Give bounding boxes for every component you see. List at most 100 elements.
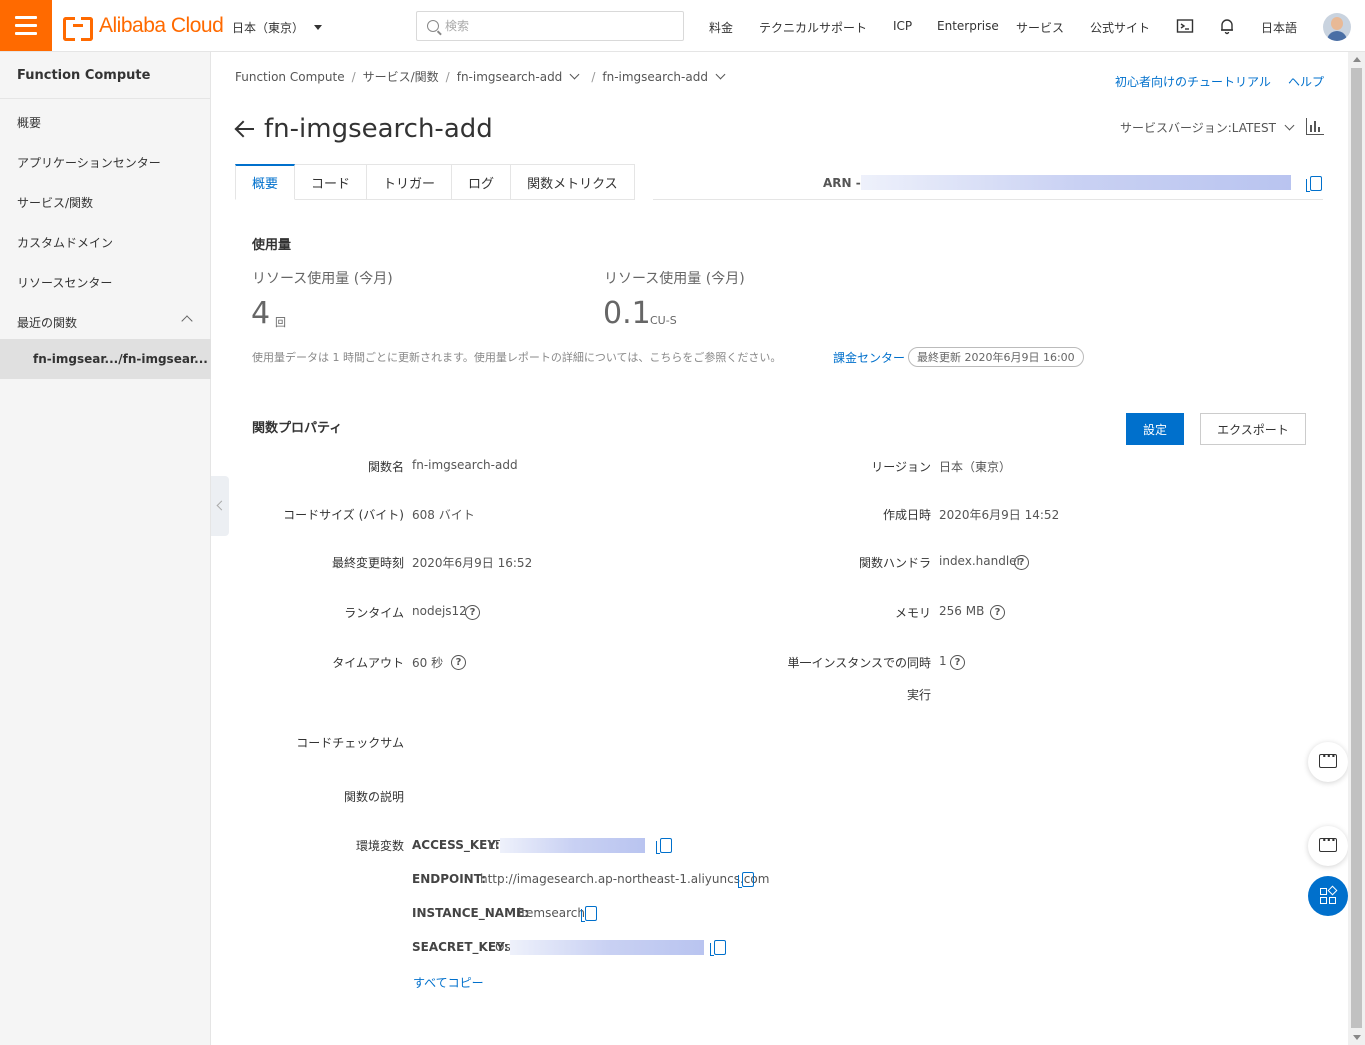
created-at-value: 2020年6月9日 14:52 [939,508,1060,522]
copy-icon[interactable] [581,906,597,922]
region-selector[interactable]: 日本（東京） [232,19,323,36]
back-arrow-icon[interactable] [234,118,256,140]
tutorial-link[interactable]: 初心者向けのチュートリアル [1115,73,1271,90]
sidebar-item-overview[interactable]: 概要 [17,114,41,131]
apps-button[interactable] [1308,876,1348,916]
service-version-selector[interactable]: サービスバージョン:LATEST [1120,119,1295,136]
billing-center-link[interactable]: 課金センター [833,349,905,366]
function-name-value: fn-imgsearch-add [412,458,518,472]
alibaba-cloud-logo[interactable]: Alibaba Cloud [63,13,224,41]
export-button[interactable]: エクスポート [1200,413,1306,445]
instance-concurrency-label: 単一インスタンスでの同時 [787,656,931,670]
chevron-down-icon [1284,120,1295,131]
chat-icon [1319,833,1337,852]
sidebar-item-custom-domain[interactable]: カスタムドメイン [17,234,113,251]
handler-value: index.handler [939,554,1022,568]
env-value: Os [495,940,511,954]
chevron-down-icon[interactable] [569,69,580,80]
nav-pricing[interactable]: 料金 [709,19,733,36]
scroll-down-icon[interactable] [1353,1035,1361,1040]
bell-icon[interactable] [1218,17,1236,35]
sidebar-item-recent-functions[interactable]: 最近の関数 [17,314,77,331]
env-value-redacted [500,838,645,853]
breadcrumb-separator: / [351,69,356,84]
terminal-icon[interactable] [1176,17,1194,35]
tab-overview[interactable]: 概要 [235,164,296,200]
scroll-up-icon[interactable] [1353,57,1361,62]
created-at-label: 作成日時 [882,508,931,522]
page-scrollbar[interactable] [1348,52,1365,1045]
usage-metric-unit: CU-S [650,314,677,327]
caret-down-icon [314,25,323,30]
sidebar-title: Function Compute [17,68,151,83]
search-box[interactable] [416,11,684,41]
env-key: ENDPOINT: [412,872,487,886]
breadcrumb-service[interactable]: fn-imgsearch-add [457,70,563,84]
sidebar-item-app-center[interactable]: アプリケーションセンター [17,154,161,171]
breadcrumb-function-compute[interactable]: Function Compute [235,70,345,84]
top-bar: Alibaba Cloud 日本（東京） 料金 テクニカルサポート ICP En… [0,0,1365,52]
settings-button[interactable]: 設定 [1126,413,1184,445]
hamburger-menu-button[interactable] [0,0,52,51]
breadcrumb-services-functions[interactable]: サービス/関数 [363,68,439,85]
breadcrumb-function[interactable]: fn-imgsearch-add [602,70,708,84]
nav-enterprise[interactable]: Enterprise [937,19,999,33]
sidebar-item-recent-function[interactable]: fn-imgsear.../fn-imgsear... [0,339,211,379]
description-label: 関数の説明 [343,790,404,804]
nav-tech-support[interactable]: テクニカルサポート [759,19,867,36]
sidebar: Function Compute 概要 アプリケーションセンター サービス/関数… [0,52,211,1045]
metrics-chart-icon[interactable] [1306,118,1324,135]
help-icon[interactable]: ? [451,655,466,670]
code-size-label: コードサイズ (バイト) [283,508,404,522]
copy-all-link[interactable]: すべてコピー [413,974,484,991]
sidebar-item-services-functions[interactable]: サービス/関数 [17,194,93,211]
last-modified-value: 2020年6月9日 16:52 [412,556,533,570]
feedback-button[interactable] [1308,742,1348,782]
instance-concurrency-label-line2: 実行 [906,688,931,702]
language-selector[interactable]: 日本語 [1261,19,1297,36]
apps-grid-icon [1320,897,1327,904]
env-value-redacted [510,940,704,955]
last-modified-label: 最終変更時刻 [331,556,404,570]
handler-label: 関数ハンドラ [858,556,931,570]
apps-grid-icon [1329,897,1336,904]
copy-icon[interactable] [710,940,726,956]
memory-value: 256 MB [939,604,985,618]
nav-icp[interactable]: ICP [893,19,912,33]
help-icon[interactable]: ? [465,605,480,620]
sidebar-item-resource-center[interactable]: リソースセンター [17,274,112,291]
copy-icon[interactable] [656,838,672,854]
tab-code[interactable]: コード [295,164,368,200]
memory-label: メモリ [894,606,931,620]
properties-section-title: 関数プロパティ [252,421,343,436]
search-input[interactable] [445,19,665,33]
tab-logs[interactable]: ログ [452,164,512,200]
arn-redacted-value [861,175,1291,190]
tab-triggers[interactable]: トリガー [367,164,453,200]
tab-function-metrics[interactable]: 関数メトリクス [511,164,635,200]
scrollbar-thumb[interactable] [1351,68,1362,1028]
sidebar-divider [0,98,211,99]
copy-icon[interactable] [738,872,754,888]
alibaba-logo-icon [63,17,93,41]
runtime-label: ランタイム [344,606,404,620]
timeout-value: 60 秒 [412,656,444,670]
help-icon[interactable]: ? [950,655,965,670]
usage-metric-unit: 回 [275,316,286,329]
chevron-down-icon[interactable] [715,69,726,80]
nav-services[interactable]: サービス [1016,19,1064,36]
chat-support-button[interactable] [1308,826,1348,866]
sidebar-collapse-handle[interactable] [211,476,229,536]
page-title: fn-imgsearch-add [264,114,493,144]
user-avatar[interactable] [1323,13,1351,41]
brand-name: Alibaba Cloud [99,14,224,37]
nav-official-site[interactable]: 公式サイト [1090,19,1150,36]
help-link[interactable]: ヘルプ [1288,73,1324,90]
region-label: リージョン [871,460,931,474]
usage-metric-value: 4 [251,296,271,331]
chevron-up-icon[interactable] [181,315,193,327]
help-icon[interactable]: ? [1014,555,1029,570]
help-icon[interactable]: ? [990,605,1005,620]
env-value: itemsearch [518,906,585,920]
copy-icon[interactable] [1306,176,1322,192]
